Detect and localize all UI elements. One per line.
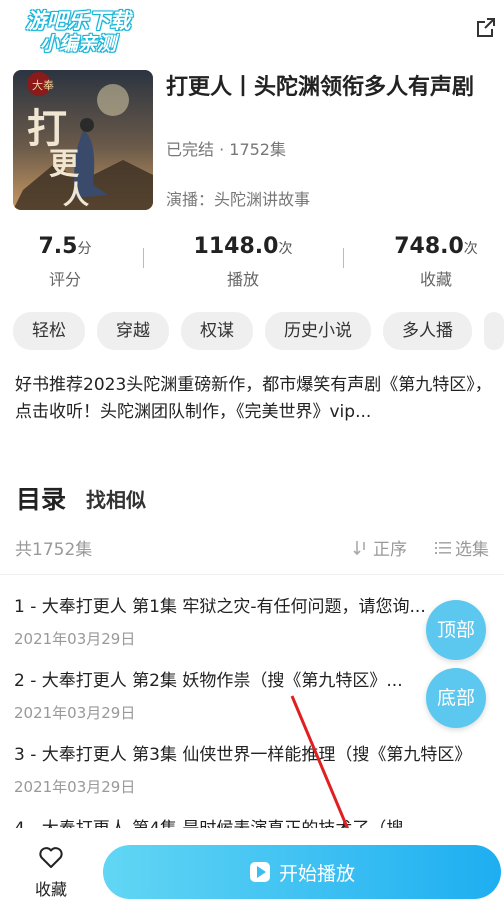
list-item[interactable]: 3 - 大奉打更人 第3集 仙侠世界一样能推理（搜《第九特区》 2021年03月… [14, 742, 504, 797]
sort-order-button[interactable]: 正序 [352, 535, 407, 560]
stat-favorites-value: 748.0 [394, 234, 464, 259]
stat-divider [143, 248, 144, 268]
tag-chip[interactable]: 多人播 [383, 312, 472, 350]
episode-count: 共1752集 [15, 540, 93, 560]
stat-favorites-label: 收藏 [419, 270, 452, 289]
album-cover: 大奉 打 更 人 [13, 70, 153, 210]
scroll-top-button[interactable]: 顶部 [426, 600, 486, 660]
divider [0, 574, 504, 575]
watermark: 游吧乐下载 小编亲测 [14, 10, 142, 56]
stat-rating: 7.5分 评分 [0, 232, 135, 290]
sort-icon [353, 540, 365, 555]
cover-badge: 大奉 [32, 78, 54, 92]
album-status: 已完结 · 1752集 [166, 140, 286, 159]
favorite-button[interactable]: 收藏 [22, 846, 80, 900]
stat-plays-label: 播放 [226, 270, 259, 289]
list-icon [435, 541, 451, 554]
tag-list: 轻松 穿越 权谋 历史小说 多人播 [13, 312, 504, 350]
share-icon[interactable] [474, 16, 498, 40]
find-similar-tab[interactable]: 找相似 [86, 484, 146, 513]
stat-plays-unit: 次 [278, 241, 293, 257]
stat-favorites: 748.0次 收藏 [366, 232, 504, 290]
tag-chip-partial[interactable] [484, 312, 504, 350]
select-episodes-button[interactable]: 选集 [434, 535, 489, 560]
stat-rating-value: 7.5 [38, 234, 78, 259]
episode-date: 2021年03月29日 [14, 778, 136, 796]
favorite-label: 收藏 [34, 880, 67, 899]
cover-title-char-3: 人 [63, 181, 89, 210]
episode-title: 3 - 大奉打更人 第3集 仙侠世界一样能推理（搜《第九特区》 [14, 745, 472, 765]
sort-order-label: 正序 [373, 540, 407, 560]
stat-rating-label: 评分 [48, 270, 81, 289]
tag-chip[interactable]: 历史小说 [265, 312, 371, 350]
album-anchor: 演播：头陀渊讲故事 [166, 190, 311, 209]
stat-rating-unit: 分 [77, 241, 92, 257]
start-play-button[interactable]: 开始播放 [103, 845, 501, 899]
scroll-bottom-button[interactable]: 底部 [426, 668, 486, 728]
tag-chip[interactable]: 轻松 [13, 312, 85, 350]
album-title: 打更人丨头陀渊领衔多人有声剧 [166, 75, 475, 100]
stat-plays-value: 1148.0 [193, 234, 279, 259]
heart-icon [39, 847, 63, 868]
stat-divider [343, 248, 344, 268]
watermark-line1: 游吧乐下载 [25, 10, 131, 33]
watermark-line2: 小编亲测 [39, 34, 116, 55]
play-icon [249, 862, 270, 882]
stat-favorites-unit: 次 [463, 241, 478, 257]
tag-chip[interactable]: 权谋 [181, 312, 253, 350]
tag-chip[interactable]: 穿越 [97, 312, 169, 350]
album-description[interactable]: 好书推荐2023头陀渊重磅新作，都市爆笑有声剧《第九特区》，点击收听！头陀渊团队… [15, 372, 499, 426]
start-play-label: 开始播放 [278, 862, 355, 885]
cover-title-char-1: 打 [27, 105, 67, 152]
toc-title: 目录 [16, 485, 67, 514]
stat-plays: 1148.0次 播放 [173, 232, 313, 290]
cover-title-char-2: 更 [49, 147, 80, 182]
select-episodes-label: 选集 [455, 540, 489, 560]
